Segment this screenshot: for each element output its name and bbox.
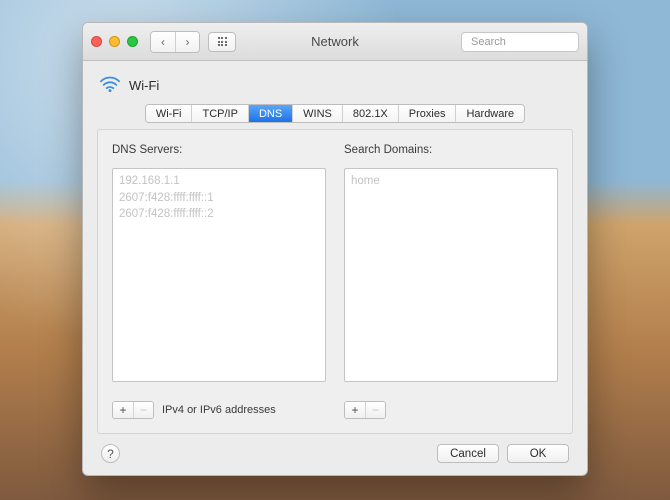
- search-domains-label: Search Domains:: [344, 144, 558, 156]
- tab-dns[interactable]: DNS: [248, 105, 292, 122]
- dns-server-remove-button[interactable]: −: [133, 402, 153, 418]
- list-item[interactable]: home: [351, 173, 551, 190]
- tab-tcpip[interactable]: TCP/IP: [191, 105, 247, 122]
- help-button[interactable]: ?: [101, 444, 120, 463]
- show-all-button[interactable]: [208, 32, 236, 52]
- tabs: Wi-FiTCP/IPDNSWINS802.1XProxiesHardware: [145, 104, 525, 123]
- wifi-icon: [99, 75, 121, 96]
- ok-button[interactable]: OK: [507, 444, 569, 463]
- search-domains-list[interactable]: home: [344, 168, 558, 382]
- tab-bar: Wi-FiTCP/IPDNSWINS802.1XProxiesHardware: [97, 104, 573, 123]
- chevron-left-icon: ‹: [161, 35, 165, 49]
- dns-server-add-button[interactable]: +: [113, 402, 133, 418]
- interface-header: Wi-Fi: [97, 71, 573, 104]
- dns-servers-plusminus: + −: [112, 401, 154, 419]
- tab-proxies[interactable]: Proxies: [398, 105, 456, 122]
- tab-wins[interactable]: WINS: [292, 105, 342, 122]
- back-button[interactable]: ‹: [151, 32, 175, 52]
- dns-hint: IPv4 or IPv6 addresses: [162, 404, 276, 416]
- footer: ? Cancel OK: [97, 434, 573, 463]
- search-domains-controls: + −: [344, 401, 558, 419]
- search-domains-plusminus: + −: [344, 401, 386, 419]
- content: Wi-Fi Wi-FiTCP/IPDNSWINS802.1XProxiesHar…: [83, 61, 587, 475]
- minimize-icon[interactable]: [109, 36, 120, 47]
- dns-servers-label: DNS Servers:: [112, 144, 326, 156]
- tab-wifi[interactable]: Wi-Fi: [146, 105, 192, 122]
- list-item[interactable]: 2607:f428:ffff:ffff::2: [119, 206, 319, 223]
- zoom-icon[interactable]: [127, 36, 138, 47]
- cancel-button[interactable]: Cancel: [437, 444, 499, 463]
- search-field[interactable]: [461, 32, 579, 52]
- search-input[interactable]: [471, 36, 588, 48]
- tab-8021x[interactable]: 802.1X: [342, 105, 398, 122]
- interface-name: Wi-Fi: [129, 78, 159, 93]
- search-domain-remove-button[interactable]: −: [365, 402, 385, 418]
- dns-servers-controls: + − IPv4 or IPv6 addresses: [112, 401, 326, 419]
- tab-hardware[interactable]: Hardware: [455, 105, 524, 122]
- titlebar: ‹ › Network: [83, 23, 587, 61]
- dns-panel: DNS Servers: Search Domains: 192.168.1.1…: [97, 129, 573, 434]
- forward-button[interactable]: ›: [175, 32, 199, 52]
- window-controls: [91, 36, 138, 47]
- search-domain-add-button[interactable]: +: [345, 402, 365, 418]
- network-window: ‹ › Network Wi-Fi Wi-FiTCP/IPDNSWINS802.…: [82, 22, 588, 476]
- nav-back-forward: ‹ ›: [150, 31, 200, 53]
- close-icon[interactable]: [91, 36, 102, 47]
- grid-icon: [218, 37, 227, 46]
- list-item[interactable]: 2607:f428:ffff:ffff::1: [119, 190, 319, 207]
- chevron-right-icon: ›: [186, 35, 190, 49]
- list-item[interactable]: 192.168.1.1: [119, 173, 319, 190]
- dns-servers-list[interactable]: 192.168.1.12607:f428:ffff:ffff::12607:f4…: [112, 168, 326, 382]
